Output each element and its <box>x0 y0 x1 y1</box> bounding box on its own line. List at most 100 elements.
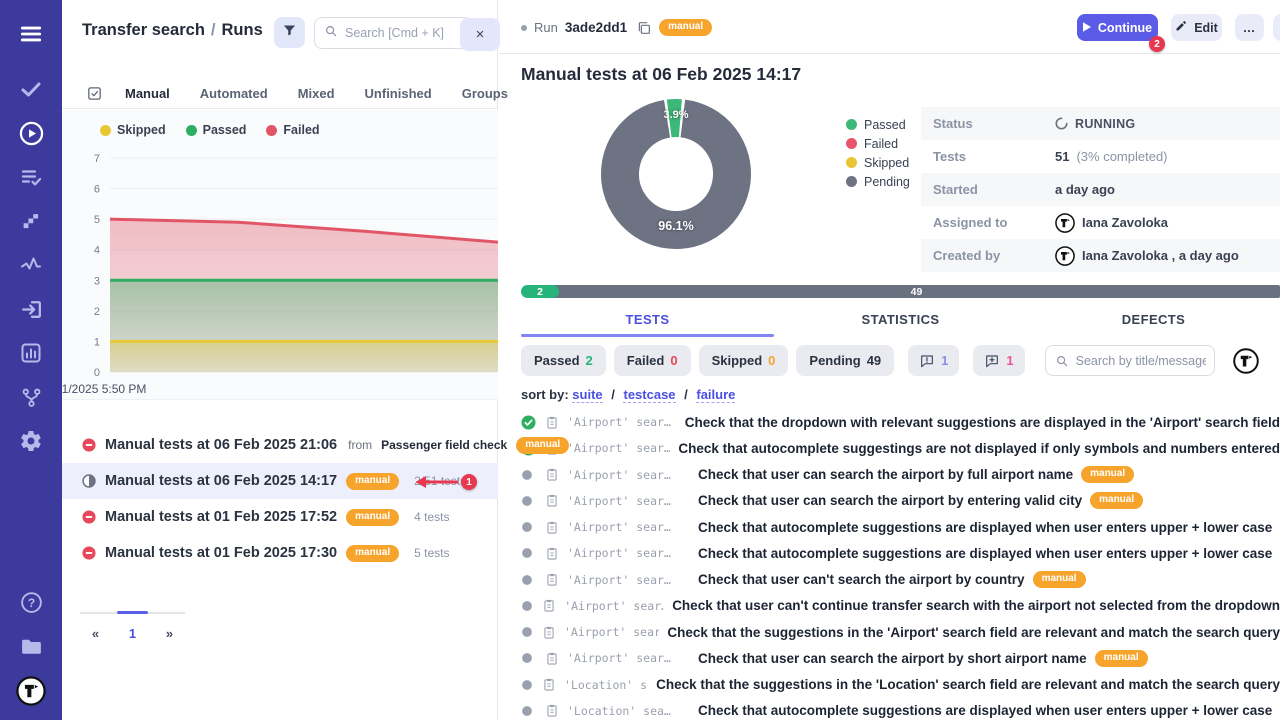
run-row[interactable]: Manual tests at 01 Feb 2025 17:52manual4… <box>62 499 498 535</box>
avatar-t-icon[interactable] <box>16 676 46 706</box>
run-type-badge: manual <box>346 473 399 490</box>
filter-button[interactable] <box>274 17 305 48</box>
copy-icon[interactable] <box>636 20 652 36</box>
chip-label: Failed <box>627 353 665 368</box>
clipboard-icon <box>542 598 556 613</box>
tests-search[interactable] <box>1045 345 1215 376</box>
test-suite: 'Location' sea… <box>567 704 690 718</box>
avatar <box>1055 213 1075 233</box>
test-row[interactable]: 'Location' sea…Check that the suggestion… <box>499 672 1280 698</box>
select-all-icon[interactable] <box>86 85 103 102</box>
test-row[interactable]: 'Airport' sear…Check that autocomplete s… <box>499 514 1280 540</box>
tab-groups[interactable]: Groups <box>462 86 508 101</box>
passed-circle-icon <box>521 415 536 430</box>
test-row[interactable]: 'Airport' sear…Check that user can searc… <box>499 645 1280 671</box>
sort-by-row: sort by: suite / testcase / failure <box>521 387 735 402</box>
gear-icon[interactable] <box>14 424 48 458</box>
search-icon <box>324 24 338 43</box>
run-type-badge: manual <box>516 437 569 454</box>
pending-dot-icon <box>521 521 536 533</box>
summary-value-text: a day ago <box>1055 182 1115 197</box>
progress-count: 2 <box>537 286 543 298</box>
legend-dot <box>846 119 857 130</box>
check-icon[interactable] <box>14 72 48 106</box>
test-title: Check that user can search the airport b… <box>698 467 1073 482</box>
test-row[interactable]: 'Airport' sear…Check that user can searc… <box>499 488 1280 514</box>
filter-chip-skipped[interactable]: Skipped0 <box>699 345 789 376</box>
test-row[interactable]: 'Airport' sear…Check that the suggestion… <box>499 619 1280 645</box>
test-row[interactable]: 'Airport' sear…Check that the dropdown w… <box>499 409 1280 435</box>
filter-chip-pending[interactable]: Pending 49 <box>796 345 894 376</box>
pagination-page-1[interactable]: 1 <box>117 626 148 641</box>
run-row[interactable]: Manual tests at 06 Feb 2025 14:17manual2… <box>62 463 498 499</box>
runs-search-input[interactable] <box>345 26 455 40</box>
branch-icon[interactable] <box>14 380 48 414</box>
tab-statistics[interactable]: STATISTICS <box>774 306 1027 337</box>
chip-label: Pending <box>809 353 860 368</box>
pending-dot-icon <box>521 495 536 507</box>
run-label: Run <box>534 20 558 35</box>
test-suite: 'Location' sea… <box>564 678 648 692</box>
list-check-icon[interactable] <box>14 160 48 194</box>
test-row[interactable]: 'Airport' sear…Check that user can't sea… <box>499 567 1280 593</box>
test-type-badge: manual <box>1081 466 1134 483</box>
svg-text:7: 7 <box>94 153 100 165</box>
comment-exclamation-chip[interactable]: 1 <box>908 345 959 376</box>
pagination-next[interactable]: » <box>154 626 185 641</box>
tests-search-input[interactable] <box>1076 354 1206 368</box>
avatar <box>1055 246 1075 266</box>
test-row[interactable]: 'Airport' sear…Check that autocomplete s… <box>499 540 1280 566</box>
sort-link-failure[interactable]: failure <box>696 387 735 403</box>
filter-chip-passed[interactable]: Passed2 <box>521 345 606 376</box>
test-row[interactable]: 'Airport' sear…Check that autocomplete s… <box>499 435 1280 461</box>
sidebar: ? <box>0 0 62 720</box>
tab-manual[interactable]: Manual <box>125 86 170 101</box>
steps-icon[interactable] <box>14 204 48 238</box>
comment-plus-chip[interactable]: 1 <box>973 345 1024 376</box>
continue-button[interactable]: Continue <box>1077 14 1158 41</box>
half-circle-icon <box>82 474 96 488</box>
breadcrumb-section[interactable]: Transfer search <box>82 21 205 39</box>
test-row[interactable]: 'Airport' sear…Check that user can searc… <box>499 462 1280 488</box>
summary-value-extra: (3% completed) <box>1076 149 1167 164</box>
tab-tests[interactable]: TESTS <box>521 306 774 337</box>
menu-icon[interactable] <box>14 17 48 51</box>
assignee-avatar[interactable] <box>1233 348 1259 374</box>
summary-label: Status <box>921 116 1055 131</box>
tab-automated[interactable]: Automated <box>200 86 268 101</box>
breadcrumb-separator: / <box>205 21 222 39</box>
close-panel-button[interactable]: × <box>460 18 500 51</box>
clipped-button[interactable] <box>1273 14 1280 41</box>
pagination-prev[interactable]: « <box>80 626 111 641</box>
run-row[interactable]: Manual tests at 06 Feb 2025 21:06fromPas… <box>62 427 498 463</box>
more-actions-button[interactable]: … <box>1235 14 1264 41</box>
bar-chart-icon[interactable] <box>14 336 48 370</box>
folder-icon[interactable] <box>14 629 48 663</box>
run-row[interactable]: Manual tests at 01 Feb 2025 17:30manual5… <box>62 535 498 571</box>
summary-row-tests: Tests51 (3% completed) <box>921 140 1280 173</box>
arrow-enter-icon[interactable] <box>14 292 48 326</box>
test-type-badge: manual <box>1095 650 1148 667</box>
tab-unfinished[interactable]: Unfinished <box>365 86 432 101</box>
sort-link-testcase[interactable]: testcase <box>623 387 675 403</box>
failed-circle-icon <box>82 438 96 452</box>
test-row[interactable]: 'Location' sea… Check that autocomplete s… <box>499 698 1280 720</box>
test-suite: 'Airport' sear… <box>567 441 670 455</box>
test-row[interactable]: 'Airport' sear…Check that user can't con… <box>499 593 1280 619</box>
tab-mixed[interactable]: Mixed <box>298 86 335 101</box>
tab-defects[interactable]: DEFECTS <box>1027 306 1280 337</box>
runs-search[interactable] <box>314 17 472 49</box>
svg-text:4: 4 <box>94 245 100 257</box>
chip-count: 1 <box>1006 353 1013 368</box>
sort-link-suite[interactable]: suite <box>572 387 602 403</box>
filter-chip-failed[interactable]: Failed0 <box>614 345 691 376</box>
test-suite: 'Airport' sear… <box>567 415 677 429</box>
help-icon[interactable]: ? <box>14 585 48 619</box>
pulse-icon[interactable] <box>14 248 48 282</box>
chip-count: 49 <box>867 353 881 368</box>
test-title: Check that autocomplete suggestions are … <box>698 703 1272 718</box>
run-from-plan: Passenger field check <box>381 438 507 452</box>
edit-button[interactable]: Edit <box>1171 14 1222 41</box>
test-title: Check that autocomplete suggestions are … <box>698 546 1272 561</box>
play-circle-icon[interactable] <box>14 116 48 150</box>
